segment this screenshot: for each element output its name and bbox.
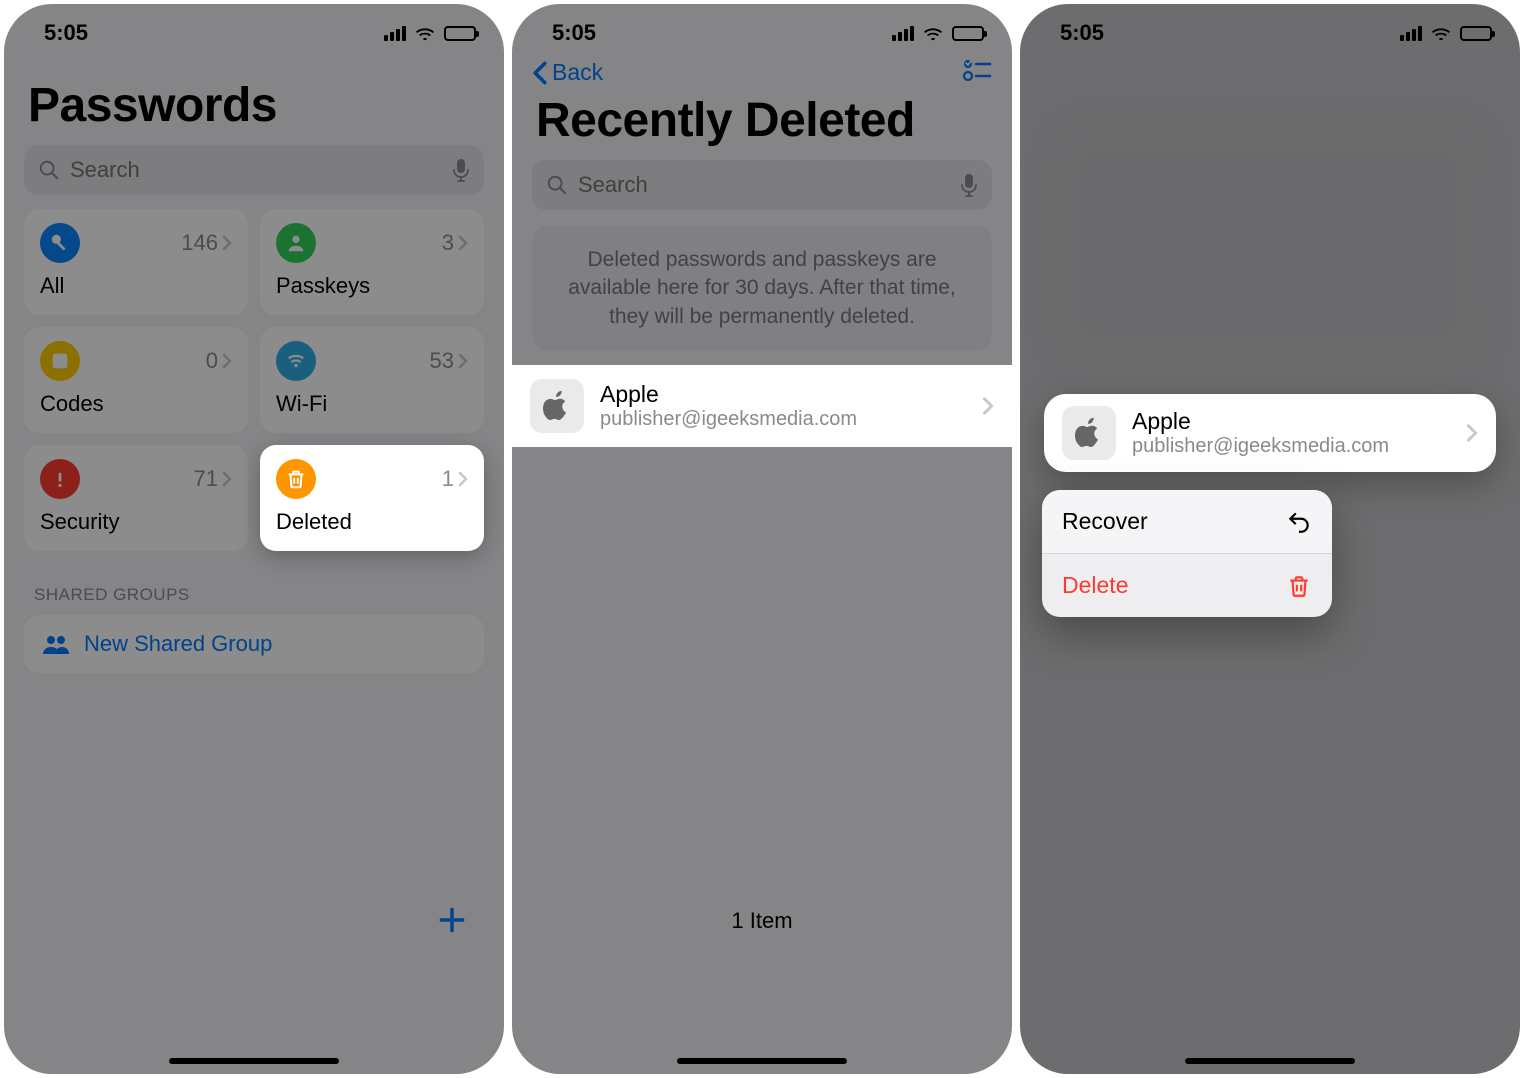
tile-all[interactable]: 146 All bbox=[24, 209, 248, 315]
plus-icon bbox=[436, 904, 468, 936]
tile-all-label: All bbox=[40, 273, 232, 299]
status-right bbox=[1400, 25, 1492, 41]
context-menu: Recover Delete bbox=[1042, 490, 1332, 617]
item-detail: publisher@igeeksmedia.com bbox=[1132, 435, 1450, 458]
search-input[interactable] bbox=[578, 172, 950, 198]
chevron-right-icon bbox=[222, 235, 232, 251]
trash-icon bbox=[1286, 573, 1312, 599]
menu-delete[interactable]: Delete bbox=[1042, 554, 1332, 617]
chevron-right-icon bbox=[458, 471, 468, 487]
chevron-right-icon bbox=[982, 396, 994, 416]
cellular-icon bbox=[892, 26, 914, 41]
status-time: 5:05 bbox=[44, 20, 88, 46]
status-right bbox=[384, 25, 476, 41]
chevron-right-icon bbox=[458, 353, 468, 369]
category-tiles: 146 All 3 Passkeys bbox=[4, 195, 504, 561]
tile-security[interactable]: 71 Security bbox=[24, 445, 248, 551]
trash-icon bbox=[276, 459, 316, 499]
battery-icon bbox=[444, 26, 476, 41]
menu-delete-label: Delete bbox=[1062, 572, 1128, 599]
add-button[interactable] bbox=[428, 896, 476, 944]
wifi-icon bbox=[1430, 25, 1452, 41]
tile-codes-count: 0 bbox=[206, 348, 232, 374]
item-count-footer: 1 Item bbox=[512, 908, 1012, 934]
codes-icon bbox=[40, 341, 80, 381]
chevron-right-icon bbox=[222, 353, 232, 369]
tile-codes-label: Codes bbox=[40, 391, 232, 417]
search-icon bbox=[546, 174, 568, 196]
status-bar: 5:05 bbox=[512, 4, 1012, 54]
tile-deleted-label: Deleted bbox=[276, 509, 468, 535]
tile-deleted-count: 1 bbox=[442, 466, 468, 492]
cellular-icon bbox=[1400, 26, 1422, 41]
tile-passkeys[interactable]: 3 Passkeys bbox=[260, 209, 484, 315]
search-field[interactable] bbox=[24, 145, 484, 195]
new-shared-group-row[interactable]: New Shared Group bbox=[24, 615, 484, 673]
shared-groups-header: SHARED GROUPS bbox=[4, 561, 504, 611]
alert-icon bbox=[40, 459, 80, 499]
apple-icon bbox=[530, 379, 584, 433]
status-time: 5:05 bbox=[552, 20, 596, 46]
panel-recently-deleted: 5:05 Back Recently Deleted Deleted passw… bbox=[512, 4, 1012, 1074]
panel-context-menu: 5:05 Apple publisher@igeeksmedia.com Rec… bbox=[1020, 4, 1520, 1074]
status-time: 5:05 bbox=[1060, 20, 1104, 46]
sort-icon bbox=[962, 58, 992, 82]
tile-passkeys-label: Passkeys bbox=[276, 273, 468, 299]
page-title: Passwords bbox=[4, 54, 504, 145]
tile-codes[interactable]: 0 Codes bbox=[24, 327, 248, 433]
tile-passkeys-count: 3 bbox=[442, 230, 468, 256]
status-right bbox=[892, 25, 984, 41]
person-icon bbox=[276, 223, 316, 263]
chevron-right-icon bbox=[222, 471, 232, 487]
wifi-circle-icon bbox=[276, 341, 316, 381]
back-label: Back bbox=[552, 59, 603, 86]
search-icon bbox=[38, 159, 60, 181]
new-shared-group-label: New Shared Group bbox=[84, 631, 272, 657]
chevron-right-icon bbox=[458, 235, 468, 251]
panel-passwords-home: 5:05 Passwords 146 All bbox=[4, 4, 504, 1074]
chevron-left-icon bbox=[532, 61, 548, 85]
undo-icon bbox=[1286, 509, 1312, 535]
people-icon bbox=[42, 634, 70, 654]
tile-deleted[interactable]: 1 Deleted bbox=[260, 445, 484, 551]
info-banner: Deleted passwords and passkeys are avail… bbox=[532, 226, 992, 351]
wifi-icon bbox=[414, 25, 436, 41]
home-indicator[interactable] bbox=[169, 1058, 339, 1064]
deleted-item-row[interactable]: Apple publisher@igeeksmedia.com bbox=[512, 365, 1012, 447]
key-icon bbox=[40, 223, 80, 263]
status-bar: 5:05 bbox=[4, 4, 504, 54]
search-input[interactable] bbox=[70, 157, 442, 183]
item-name: Apple bbox=[1132, 408, 1450, 435]
tile-wifi-count: 53 bbox=[430, 348, 468, 374]
tile-security-count: 71 bbox=[194, 466, 232, 492]
cellular-icon bbox=[384, 26, 406, 41]
mic-icon[interactable] bbox=[960, 173, 978, 197]
tile-wifi[interactable]: 53 Wi-Fi bbox=[260, 327, 484, 433]
home-indicator[interactable] bbox=[1185, 1058, 1355, 1064]
home-indicator[interactable] bbox=[677, 1058, 847, 1064]
tile-wifi-label: Wi-Fi bbox=[276, 391, 468, 417]
battery-icon bbox=[952, 26, 984, 41]
nav-bar: Back bbox=[512, 54, 1012, 87]
status-bar: 5:05 bbox=[1020, 4, 1520, 54]
item-detail: publisher@igeeksmedia.com bbox=[600, 408, 966, 431]
page-title: Recently Deleted bbox=[512, 87, 1012, 160]
tile-security-label: Security bbox=[40, 509, 232, 535]
search-field[interactable] bbox=[532, 160, 992, 210]
menu-recover-label: Recover bbox=[1062, 508, 1148, 535]
sort-button[interactable] bbox=[962, 58, 992, 87]
tile-all-count: 146 bbox=[181, 230, 232, 256]
menu-recover[interactable]: Recover bbox=[1042, 490, 1332, 553]
back-button[interactable]: Back bbox=[532, 59, 603, 86]
chevron-right-icon bbox=[1466, 423, 1478, 443]
mic-icon[interactable] bbox=[452, 158, 470, 182]
item-name: Apple bbox=[600, 381, 966, 408]
battery-icon bbox=[1460, 26, 1492, 41]
context-preview-card[interactable]: Apple publisher@igeeksmedia.com bbox=[1044, 394, 1496, 472]
wifi-icon bbox=[922, 25, 944, 41]
apple-icon bbox=[1062, 406, 1116, 460]
